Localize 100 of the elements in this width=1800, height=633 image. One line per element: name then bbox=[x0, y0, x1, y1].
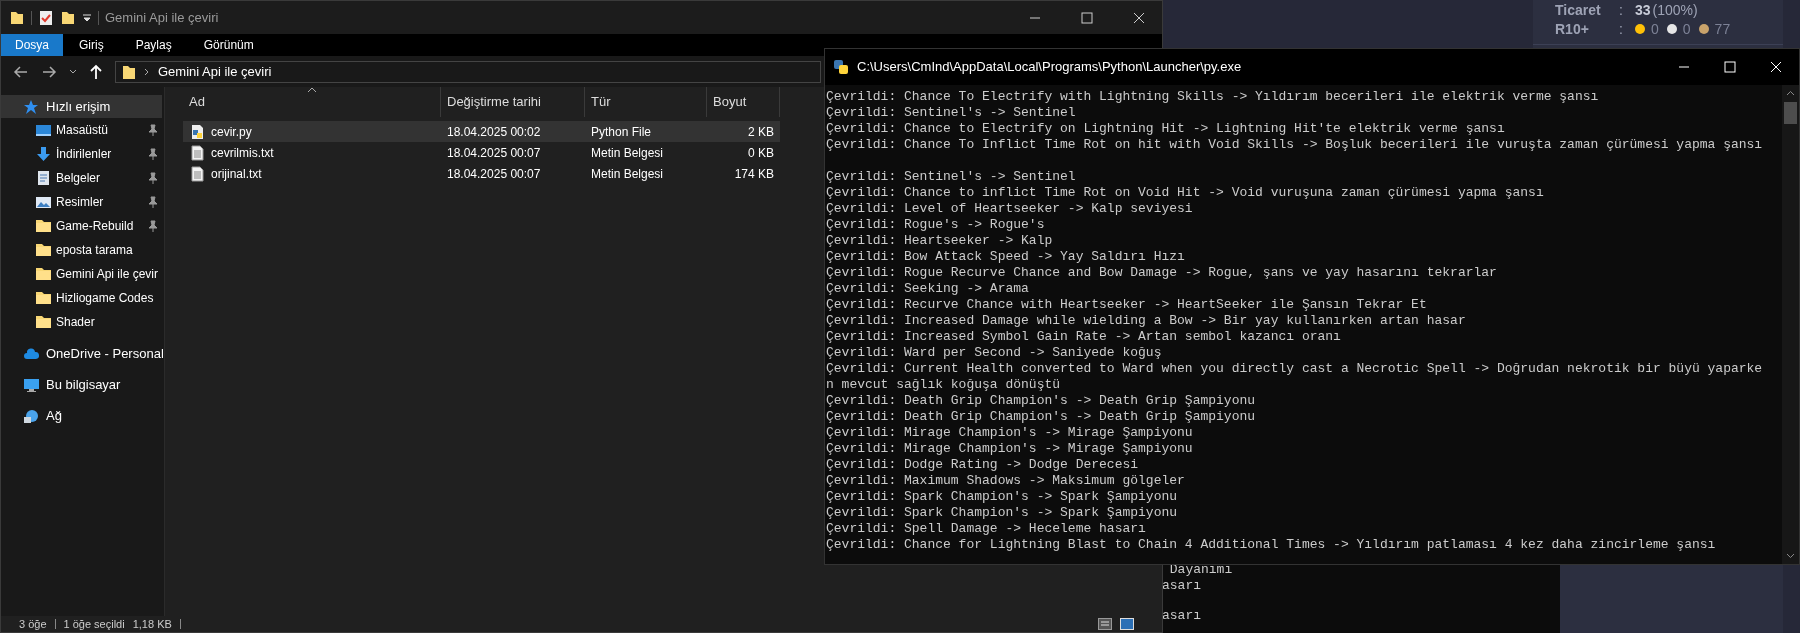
colon-text: : bbox=[1619, 0, 1624, 20]
stat-percent: (100%) bbox=[1652, 0, 1698, 20]
picture-icon bbox=[35, 194, 52, 210]
table-cell-text: 18.04.2025 00:02 bbox=[447, 123, 541, 141]
nav-item[interactable]: Belgeler bbox=[1, 166, 164, 190]
file-name: cevir.py bbox=[211, 123, 252, 141]
console-line: asarı bbox=[1161, 578, 1202, 594]
up-arrow-icon[interactable] bbox=[89, 63, 103, 80]
nav-item-label: Resimler bbox=[56, 194, 105, 211]
scroll-thumb[interactable] bbox=[1784, 102, 1797, 124]
console-line: Çevrildi: Recurve Chance with Heartseeker -> HeartSeeker ile Şansın Tekrar Et bbox=[826, 297, 1428, 313]
pin-icon[interactable] bbox=[148, 172, 158, 184]
console-line: Çevrildi: Spell Damage -> Heceleme hasarı bbox=[826, 521, 1147, 537]
nav-item[interactable]: Shader bbox=[1, 310, 164, 334]
nav-item-label: Shader bbox=[56, 314, 96, 331]
stat-label: Ticaret bbox=[1554, 0, 1602, 20]
console-line: Çevrildi: Chance for Lightning Blast to Chain 4 Additional Times -> Yıldırım patlaması 4 kez daha zincirleme şansı bbox=[826, 537, 1717, 553]
folder-icon bbox=[35, 266, 52, 282]
console-line: Çevrildi: Seeking -> Arama bbox=[826, 281, 1030, 297]
nav-item[interactable]: İndirilenler bbox=[1, 142, 164, 166]
nav-item[interactable]: Resimler bbox=[1, 190, 164, 214]
status-text: 1,18 KB bbox=[132, 616, 172, 632]
nav-item[interactable]: Game-Rebuild bbox=[1, 214, 164, 238]
nav-item[interactable]: Hızlı erişim bbox=[1, 95, 162, 118]
ribbon-tab[interactable]: Paylaş bbox=[119, 34, 188, 56]
nav-item-label: Belgeler bbox=[56, 170, 102, 187]
ribbon-tab[interactable]: Giriş bbox=[63, 34, 120, 56]
desktop-icon bbox=[35, 122, 52, 138]
console-line: Çevrildi: Spark Champion's -> Spark Şampiyonu bbox=[826, 505, 1179, 521]
file-row[interactable]: orijinal.txt 18.04.2025 00:07 Metin Belgesi 174 KB bbox=[183, 163, 780, 184]
nav-item[interactable]: eposta tarama bbox=[1, 238, 164, 262]
scrollbar[interactable] bbox=[1782, 85, 1799, 564]
console-line: Çevrildi: Heartseeker -> Kalp bbox=[826, 233, 1054, 249]
dropdown-icon[interactable] bbox=[82, 12, 92, 23]
console-line: Çevrildi: Mirage Champion's -> Mirage Şampiyonu bbox=[826, 425, 1194, 441]
console-line: Çevrildi: Sentinel's -> Sentinel bbox=[826, 169, 1077, 185]
nav-item[interactable]: Masaüstü bbox=[1, 118, 164, 142]
back-arrow-icon[interactable] bbox=[13, 63, 29, 80]
file-name: cevrilmis.txt bbox=[211, 144, 274, 162]
folder-icon bbox=[35, 314, 52, 330]
text-file-icon bbox=[189, 144, 206, 161]
console-line: Çevrildi: Sentinel's -> Sentinel bbox=[826, 105, 1077, 121]
colon-text: : bbox=[1619, 19, 1624, 39]
nav-item-label: İndirilenler bbox=[56, 146, 113, 163]
column-header[interactable]: Tür bbox=[585, 87, 707, 117]
forward-arrow-icon[interactable] bbox=[41, 63, 57, 80]
star-icon bbox=[23, 98, 40, 115]
console-line: Çevrildi: Ward per Second -> Saniyede koğuş bbox=[826, 345, 1163, 361]
folder-icon bbox=[35, 242, 52, 258]
folder-icon bbox=[35, 218, 52, 234]
console-line: Çevrildi: Mirage Champion's -> Mirage Şampiyonu bbox=[826, 441, 1194, 457]
console-line: asarı bbox=[1161, 608, 1202, 624]
console-line: Çevrildi: Dodge Rating -> Dodge Derecesi bbox=[826, 457, 1140, 473]
file-row[interactable]: cevrilmis.txt 18.04.2025 00:07 Metin Belgesi 0 KB bbox=[183, 142, 780, 163]
window-title: C:\Users\CmInd\AppData\Local\Programs\Python\Launcher\py.exe bbox=[857, 58, 1243, 77]
folder-icon bbox=[9, 9, 25, 26]
file-row[interactable]: cevir.py 18.04.2025 00:02 Python File 2 KB bbox=[183, 121, 780, 142]
pin-icon[interactable] bbox=[148, 196, 158, 208]
nav-item[interactable]: Bu bilgisayar bbox=[1, 373, 162, 396]
table-cell-text: Metin Belgesi bbox=[591, 144, 664, 162]
pin-icon[interactable] bbox=[148, 124, 158, 136]
address-bar[interactable]: Gemini Api ile çeviri bbox=[115, 60, 821, 83]
console-line: Çevrildi: Chance to Electrify on Lightning Hit -> Lightning Hit'te elektrik verme şansı bbox=[826, 121, 1506, 137]
file-name: orijinal.txt bbox=[211, 165, 262, 183]
console-line: Çevrildi: Maximum Shadows -> Maksimum gölgeler bbox=[826, 473, 1186, 489]
ribbon-tab[interactable]: Dosya bbox=[1, 34, 63, 56]
column-header[interactable]: Ad bbox=[183, 87, 441, 117]
column-header[interactable]: Değiştirme tarihi bbox=[441, 87, 585, 117]
document-icon bbox=[35, 170, 52, 186]
breadcrumb-item[interactable]: Gemini Api ile çeviri bbox=[158, 61, 272, 82]
column-header[interactable]: Boyut bbox=[707, 87, 780, 117]
ribbon-tab[interactable]: Görünüm bbox=[187, 34, 270, 56]
table-cell-text: Metin Belgesi bbox=[591, 165, 664, 183]
details-view-icon[interactable] bbox=[1098, 618, 1112, 630]
console-line: Çevrildi: Death Grip Champion's -> Death Grip Şampiyonu bbox=[826, 409, 1257, 425]
chevron-down-icon[interactable] bbox=[69, 67, 77, 76]
cloud-icon bbox=[23, 345, 40, 362]
properties-icon[interactable] bbox=[38, 9, 54, 26]
table-cell-text: 2 KB bbox=[748, 123, 774, 141]
nav-item[interactable]: Ağ bbox=[1, 404, 162, 427]
new-folder-icon[interactable] bbox=[60, 9, 76, 26]
nav-item[interactable]: Gemini Api ile çevir bbox=[1, 262, 164, 286]
console-line: Çevrildi: Rogue Recurve Chance and Bow Damage -> Rogue, şans ve yay hasarını tekrarlar bbox=[826, 265, 1498, 281]
sort-caret-icon bbox=[307, 87, 317, 93]
console-line: Çevrildi: Increased Symbol Gain Rate -> Artan sembol kazancı oranı bbox=[826, 329, 1342, 345]
chevron-right-icon bbox=[144, 67, 150, 76]
pin-icon[interactable] bbox=[148, 220, 158, 232]
nav-item[interactable]: Hizliogame Codes bbox=[1, 286, 164, 310]
console-line: Çevrildi: Chance to inflict Time Rot on Void Hit -> Void vuruşuna zaman çürümesi yapma şansı bbox=[826, 185, 1545, 201]
table-cell-text: Python File bbox=[591, 123, 652, 141]
console-line: Çevrildi: Bow Attack Speed -> Yay Saldırı Hızı bbox=[826, 249, 1186, 265]
stat-label: R10+ bbox=[1554, 19, 1590, 39]
large-icons-view-icon[interactable] bbox=[1120, 618, 1134, 630]
nav-item-label: eposta tarama bbox=[56, 242, 134, 259]
console-line: Çevrildi: Level of Heartseeker -> Kalp seviyesi bbox=[826, 201, 1194, 217]
console-line: n mevcut sağlık koğuşa dönüştü bbox=[826, 377, 1062, 393]
nav-item[interactable]: OneDrive - Personal bbox=[1, 342, 162, 365]
pin-icon[interactable] bbox=[148, 148, 158, 160]
table-cell-text: 18.04.2025 00:07 bbox=[447, 144, 541, 162]
console-line: Dayanımı bbox=[1168, 562, 1234, 578]
